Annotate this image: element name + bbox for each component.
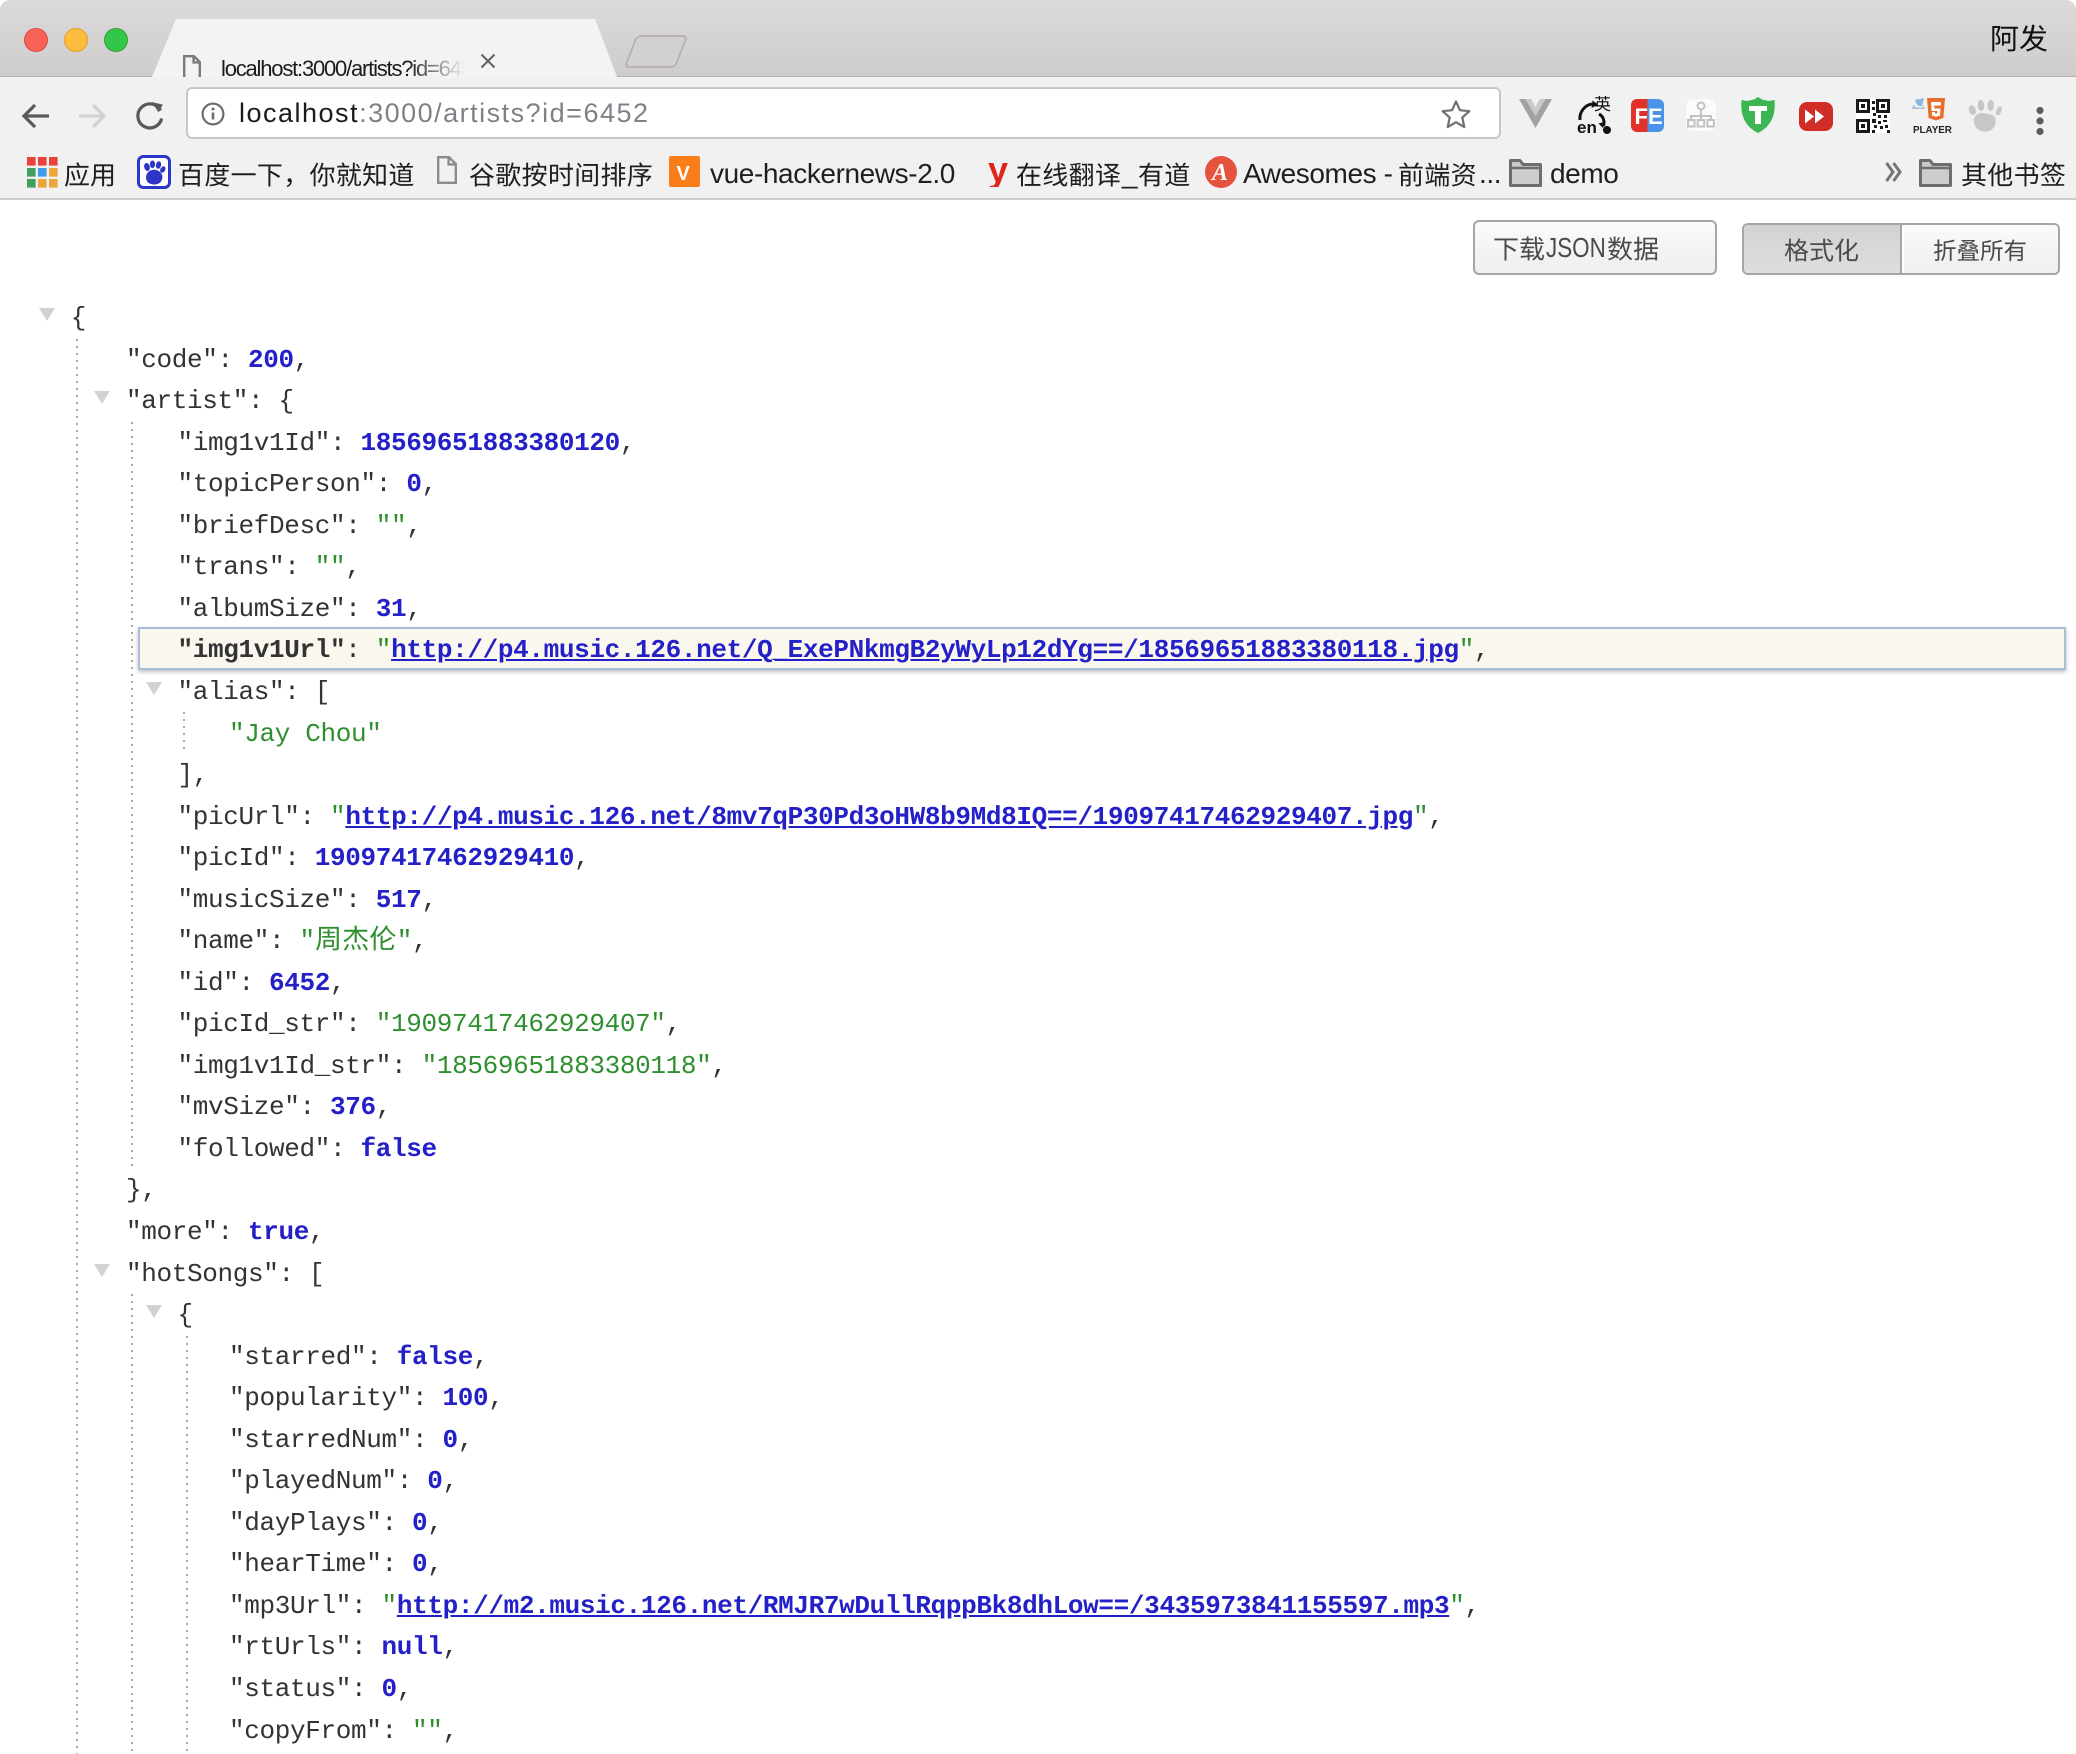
svg-text:en: en xyxy=(1577,118,1597,134)
svg-text:V: V xyxy=(677,163,691,185)
svg-text:PLAYER: PLAYER xyxy=(1913,125,1952,136)
svg-text:F: F xyxy=(1635,104,1648,129)
svg-text:A: A xyxy=(1210,160,1228,186)
svg-text:y: y xyxy=(988,156,1008,187)
svg-text:E: E xyxy=(1648,104,1663,129)
